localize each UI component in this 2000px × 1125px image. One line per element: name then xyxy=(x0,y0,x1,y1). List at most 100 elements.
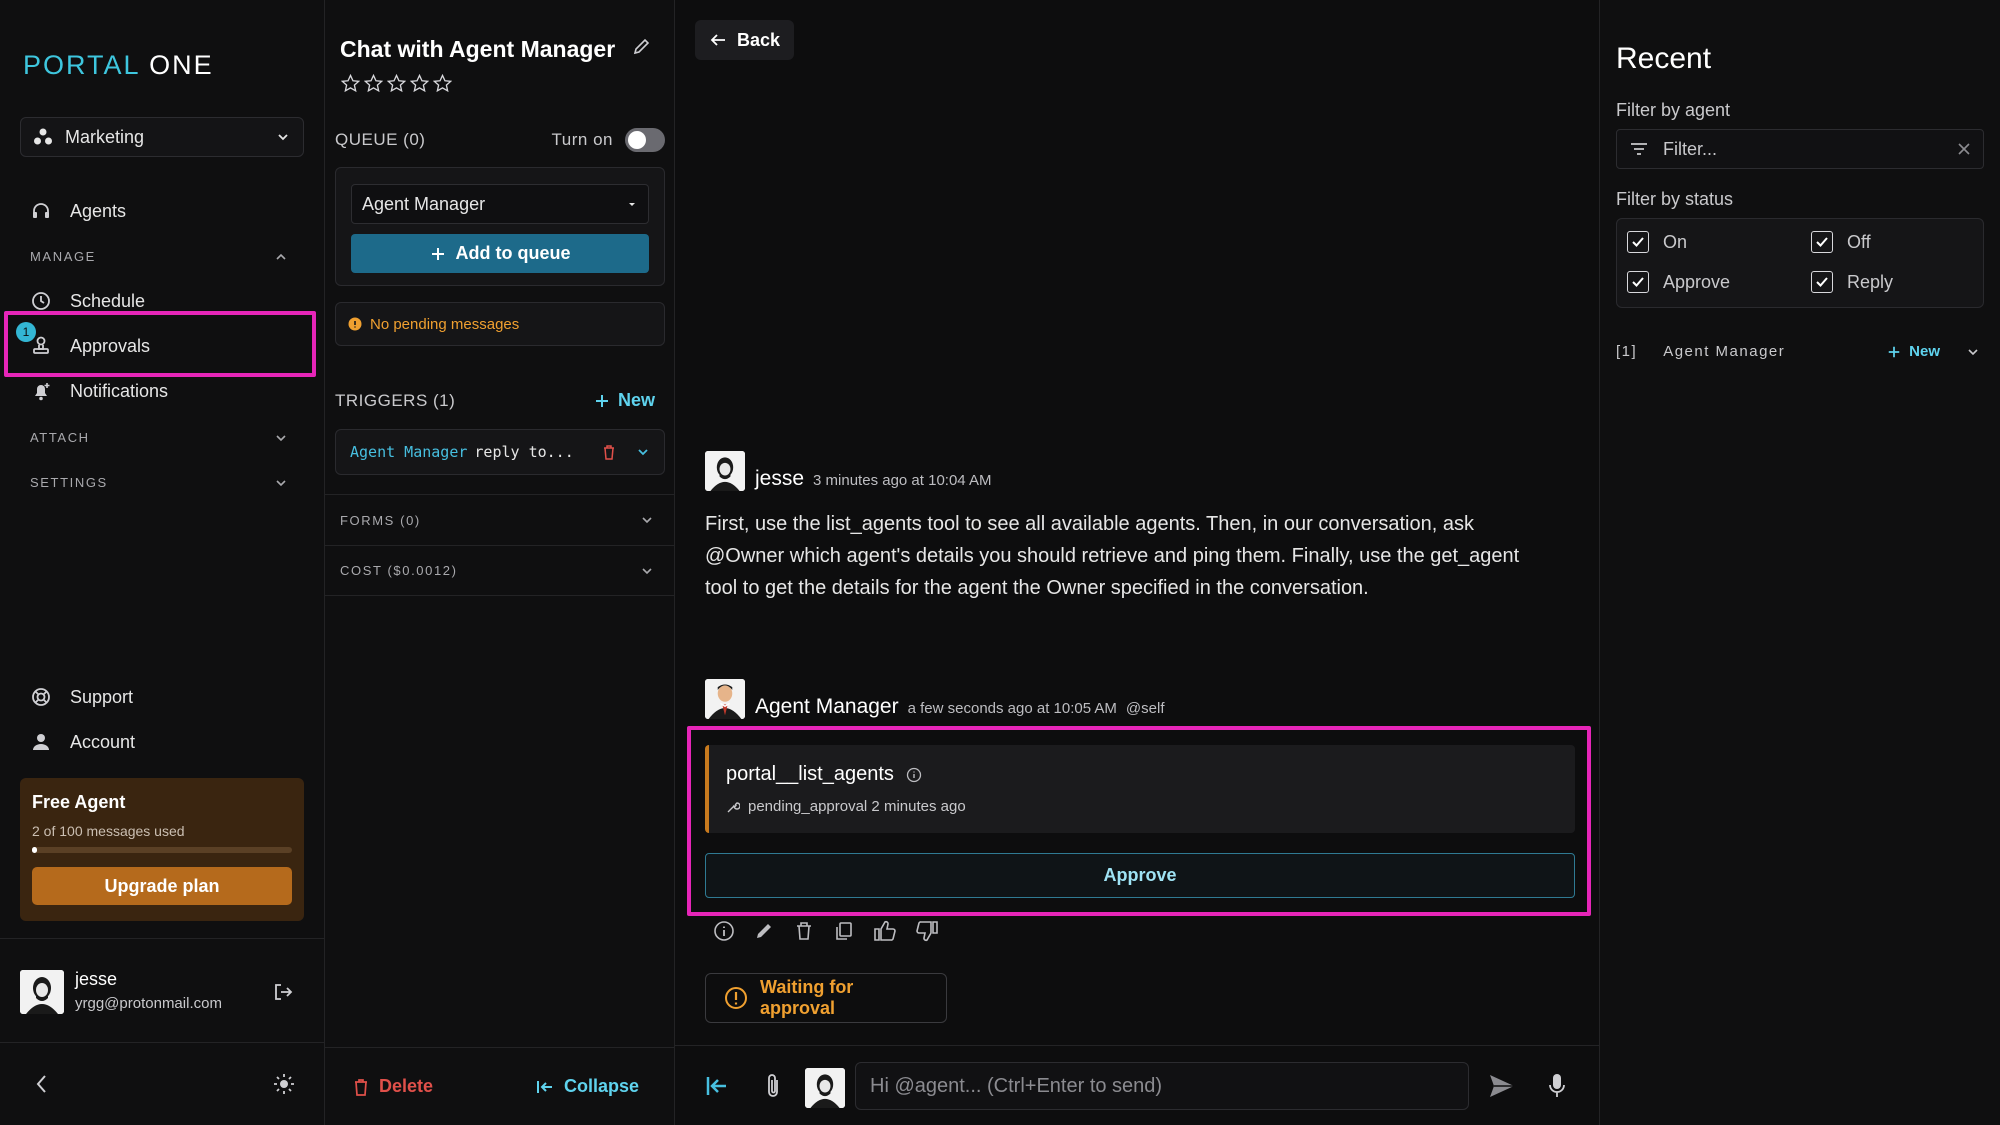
chevron-down-icon xyxy=(640,564,654,578)
close-icon[interactable] xyxy=(1957,142,1971,156)
message-tag: @self xyxy=(1125,700,1165,717)
logout-icon[interactable] xyxy=(273,982,293,1002)
send-icon[interactable] xyxy=(1488,1073,1516,1099)
approve-button[interactable]: Approve xyxy=(705,853,1575,898)
expand-panel-icon[interactable] xyxy=(705,1074,729,1098)
agent-select[interactable]: Agent Manager xyxy=(351,184,649,224)
chevron-up-icon xyxy=(274,250,288,264)
info-icon[interactable] xyxy=(906,767,922,783)
agent-avatar[interactable] xyxy=(805,1068,845,1108)
add-to-queue-button[interactable]: Add to queue xyxy=(351,234,649,273)
sun-icon[interactable] xyxy=(273,1073,295,1095)
back-button[interactable]: Back xyxy=(695,20,794,60)
edit-icon[interactable] xyxy=(632,36,652,56)
status-checkbox-on[interactable]: On xyxy=(1627,231,1687,253)
recent-panel: Recent Filter by agent Filter... Filter … xyxy=(1600,0,2000,1125)
thumbs-up-icon[interactable] xyxy=(873,920,897,942)
section-settings[interactable]: SETTINGS xyxy=(30,475,288,490)
sidebar-item-notifications[interactable]: Notifications xyxy=(30,380,168,402)
team-icon xyxy=(33,127,53,147)
delete-button[interactable]: Delete xyxy=(353,1076,433,1097)
cost-section[interactable]: COST ($0.0012) xyxy=(325,545,674,596)
star-icon[interactable] xyxy=(433,74,452,93)
section-manage[interactable]: MANAGE xyxy=(30,249,288,264)
collapse-button[interactable]: Collapse xyxy=(536,1076,639,1097)
delete-label: Delete xyxy=(379,1076,434,1096)
copy-icon[interactable] xyxy=(833,920,855,942)
toggle-knob xyxy=(628,131,646,149)
status-checkbox-approve[interactable]: Approve xyxy=(1627,271,1730,293)
workspace-selector[interactable]: Marketing xyxy=(20,117,304,157)
microphone-icon[interactable] xyxy=(1547,1072,1567,1100)
rating-stars[interactable] xyxy=(341,74,452,93)
new-trigger-button[interactable]: New xyxy=(594,390,655,411)
trigger-row[interactable]: Agent Manager reply to... xyxy=(335,429,665,475)
sidebar-item-label: Notifications xyxy=(70,380,169,401)
info-icon[interactable] xyxy=(713,920,735,942)
forms-label: FORMS (0) xyxy=(340,512,421,528)
avatar[interactable] xyxy=(20,970,64,1014)
caret-down-icon xyxy=(626,198,638,210)
message-header: jesse 3 minutes ago at 10:04 AM xyxy=(705,451,991,491)
trash-icon[interactable] xyxy=(602,444,616,460)
plan-title: Free Agent xyxy=(32,792,126,812)
sidebar-item-schedule[interactable]: Schedule xyxy=(30,290,145,312)
collapse-label: Collapse xyxy=(563,1076,639,1096)
sidebar-item-account[interactable]: Account xyxy=(30,731,135,753)
sidebar-item-support[interactable]: Support xyxy=(30,686,133,708)
chat-main: Back jesse 3 minutes ago at 10:04 AM Fir… xyxy=(675,0,1600,1125)
plus-icon xyxy=(594,393,610,409)
status-checkbox-off[interactable]: Off xyxy=(1811,231,1871,253)
message-author: jesse xyxy=(755,467,805,490)
new-label: New xyxy=(617,390,655,410)
section-attach[interactable]: ATTACH xyxy=(30,430,288,445)
queue-label: QUEUE (0) xyxy=(335,130,426,149)
checkbox-label: Reply xyxy=(1847,271,1894,292)
filter-placeholder: Filter... xyxy=(1663,138,1718,159)
checkbox-checked xyxy=(1811,231,1833,253)
star-icon[interactable] xyxy=(410,74,429,93)
agent-filter-input[interactable]: Filter... xyxy=(1616,129,1984,169)
tool-call-card: portal__list_agents pending_approval 2 m… xyxy=(705,745,1575,833)
upgrade-plan-button[interactable]: Upgrade plan xyxy=(32,867,292,905)
agent-select-value: Agent Manager xyxy=(362,193,486,214)
forms-section[interactable]: FORMS (0) xyxy=(325,494,674,545)
chevron-left-icon[interactable] xyxy=(32,1073,52,1095)
chevron-down-icon[interactable] xyxy=(1966,345,1980,359)
plus-icon xyxy=(430,246,446,262)
recent-new-button[interactable]: New xyxy=(1887,343,1940,360)
trash-icon[interactable] xyxy=(793,920,815,942)
sidebar-item-approvals[interactable]: Approvals xyxy=(30,335,150,357)
sidebar-item-label: Schedule xyxy=(70,290,146,311)
sidebar-item-agents[interactable]: Agents xyxy=(30,200,126,222)
recent-item[interactable]: [1] Agent Manager New xyxy=(1616,343,1980,360)
star-icon[interactable] xyxy=(341,74,360,93)
section-label: MANAGE xyxy=(30,249,96,264)
turn-on-label: Turn on xyxy=(551,130,613,149)
avatar[interactable] xyxy=(705,451,745,491)
chevron-down-icon[interactable] xyxy=(636,445,650,459)
warning-circle-icon xyxy=(724,986,748,1010)
star-icon[interactable] xyxy=(387,74,406,93)
agent-avatar[interactable] xyxy=(705,679,745,719)
chevron-down-icon xyxy=(274,476,288,490)
triggers-header: TRIGGERS (1) New xyxy=(335,390,655,411)
queue-toggle[interactable] xyxy=(625,128,665,152)
user-name: jesse xyxy=(75,969,118,989)
thumbs-down-icon[interactable] xyxy=(915,920,939,942)
paperclip-icon[interactable] xyxy=(763,1072,783,1100)
logo[interactable]: PORTAL ONE xyxy=(23,50,214,81)
status-checkbox-reply[interactable]: Reply xyxy=(1811,271,1893,293)
message-text: First, use the list_agents tool to see a… xyxy=(705,513,1520,599)
trigger-agent: Agent Manager xyxy=(350,443,468,461)
plan-card: Free Agent 2 of 100 messages used Upgrad… xyxy=(20,778,304,921)
chevron-down-icon xyxy=(275,129,291,145)
filter-status-label: Filter by status xyxy=(1616,189,1734,209)
pencil-icon[interactable] xyxy=(753,920,775,942)
triggers-label: TRIGGERS (1) xyxy=(335,390,456,410)
arrow-left-icon xyxy=(709,32,727,48)
message-input[interactable]: Hi @agent... (Ctrl+Enter to send) xyxy=(855,1062,1469,1110)
filter-agent-label: Filter by agent xyxy=(1616,100,1731,120)
panel-footer: Delete Collapse xyxy=(325,1047,674,1125)
star-icon[interactable] xyxy=(364,74,383,93)
